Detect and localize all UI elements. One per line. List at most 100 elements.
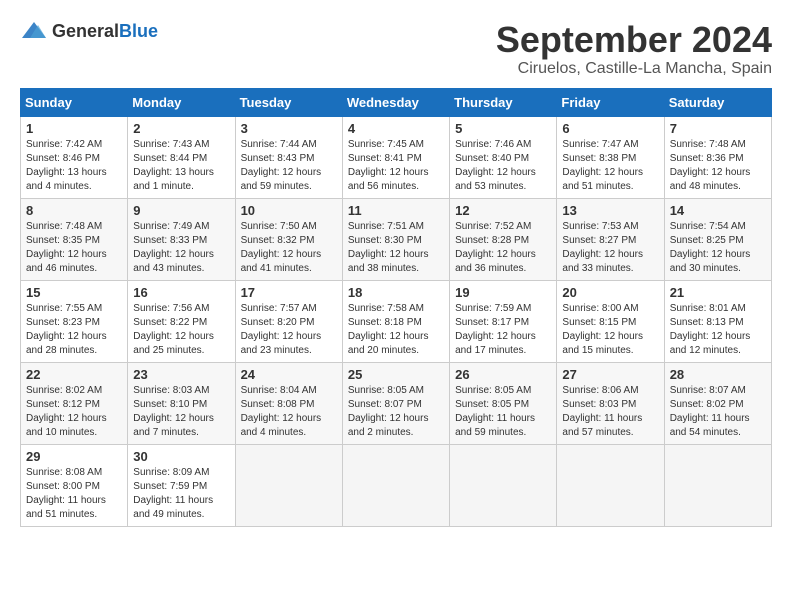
- week-row-1: 1 Sunrise: 7:42 AMSunset: 8:46 PMDaylight…: [21, 116, 772, 198]
- calendar-cell: 23 Sunrise: 8:03 AMSunset: 8:10 PMDayligh…: [128, 362, 235, 444]
- day-number: 13: [562, 203, 658, 218]
- calendar-cell: 18 Sunrise: 7:58 AMSunset: 8:18 PMDayligh…: [342, 280, 449, 362]
- day-number: 18: [348, 285, 444, 300]
- calendar-cell: 6 Sunrise: 7:47 AMSunset: 8:38 PMDaylight…: [557, 116, 664, 198]
- day-info: Sunrise: 8:09 AMSunset: 7:59 PMDaylight:…: [133, 466, 229, 522]
- header-cell-thursday: Thursday: [450, 88, 557, 116]
- week-row-5: 29 Sunrise: 8:08 AMSunset: 8:00 PMDayligh…: [21, 444, 772, 526]
- day-number: 27: [562, 367, 658, 382]
- calendar-cell: 14 Sunrise: 7:54 AMSunset: 8:25 PMDayligh…: [664, 198, 771, 280]
- day-number: 7: [670, 121, 766, 136]
- day-number: 22: [26, 367, 122, 382]
- day-info: Sunrise: 7:42 AMSunset: 8:46 PMDaylight:…: [26, 138, 122, 194]
- calendar-cell: [342, 444, 449, 526]
- day-info: Sunrise: 7:48 AMSunset: 8:36 PMDaylight:…: [670, 138, 766, 194]
- day-number: 11: [348, 203, 444, 218]
- calendar-cell: 5Sunrise: 7:46 AMSunset: 8:40 PMDaylight…: [450, 116, 557, 198]
- week-row-2: 8 Sunrise: 7:48 AMSunset: 8:35 PMDaylight…: [21, 198, 772, 280]
- logo-icon: [20, 20, 48, 42]
- calendar-cell: [235, 444, 342, 526]
- day-number: 21: [670, 285, 766, 300]
- calendar-cell: 19 Sunrise: 7:59 AMSunset: 8:17 PMDayligh…: [450, 280, 557, 362]
- page-container: GeneralBlue September 2024 Ciruelos, Cas…: [20, 20, 772, 527]
- day-number: 26: [455, 367, 551, 382]
- header: GeneralBlue September 2024 Ciruelos, Cas…: [20, 20, 772, 78]
- day-info: Sunrise: 8:02 AMSunset: 8:12 PMDaylight:…: [26, 384, 122, 440]
- week-row-3: 15Sunrise: 7:55 AMSunset: 8:23 PMDayligh…: [21, 280, 772, 362]
- header-cell-sunday: Sunday: [21, 88, 128, 116]
- calendar-cell: 26 Sunrise: 8:05 AMSunset: 8:05 PMDayligh…: [450, 362, 557, 444]
- day-number: 1: [26, 121, 122, 136]
- location-title: Ciruelos, Castille-La Mancha, Spain: [496, 60, 772, 78]
- calendar-cell: 29 Sunrise: 8:08 AMSunset: 8:00 PMDayligh…: [21, 444, 128, 526]
- day-info: Sunrise: 8:01 AMSunset: 8:13 PMDaylight:…: [670, 302, 766, 358]
- day-number: 6: [562, 121, 658, 136]
- day-info: Sunrise: 7:54 AMSunset: 8:25 PMDaylight:…: [670, 220, 766, 276]
- day-info: Sunrise: 7:57 AMSunset: 8:20 PMDaylight:…: [241, 302, 337, 358]
- header-cell-saturday: Saturday: [664, 88, 771, 116]
- calendar-cell: [557, 444, 664, 526]
- logo: GeneralBlue: [20, 20, 158, 42]
- calendar-cell: 8 Sunrise: 7:48 AMSunset: 8:35 PMDaylight…: [21, 198, 128, 280]
- day-number: 23: [133, 367, 229, 382]
- day-info: Sunrise: 7:59 AMSunset: 8:17 PMDaylight:…: [455, 302, 551, 358]
- day-info: Sunrise: 8:08 AMSunset: 8:00 PMDaylight:…: [26, 466, 122, 522]
- calendar-cell: 3Sunrise: 7:44 AMSunset: 8:43 PMDaylight…: [235, 116, 342, 198]
- day-number: 10: [241, 203, 337, 218]
- calendar-cell: 20Sunrise: 8:00 AMSunset: 8:15 PMDayligh…: [557, 280, 664, 362]
- day-info: Sunrise: 7:43 AMSunset: 8:44 PMDaylight:…: [133, 138, 229, 194]
- day-info: Sunrise: 7:49 AMSunset: 8:33 PMDaylight:…: [133, 220, 229, 276]
- header-cell-monday: Monday: [128, 88, 235, 116]
- day-info: Sunrise: 8:04 AMSunset: 8:08 PMDaylight:…: [241, 384, 337, 440]
- day-info: Sunrise: 7:56 AMSunset: 8:22 PMDaylight:…: [133, 302, 229, 358]
- header-cell-friday: Friday: [557, 88, 664, 116]
- calendar-cell: 1 Sunrise: 7:42 AMSunset: 8:46 PMDaylight…: [21, 116, 128, 198]
- calendar-cell: 25Sunrise: 8:05 AMSunset: 8:07 PMDayligh…: [342, 362, 449, 444]
- day-info: Sunrise: 7:58 AMSunset: 8:18 PMDaylight:…: [348, 302, 444, 358]
- day-number: 16: [133, 285, 229, 300]
- calendar-cell: 17 Sunrise: 7:57 AMSunset: 8:20 PMDayligh…: [235, 280, 342, 362]
- logo-text: GeneralBlue: [52, 21, 158, 42]
- day-number: 12: [455, 203, 551, 218]
- day-number: 9: [133, 203, 229, 218]
- month-title: September 2024: [496, 20, 772, 60]
- calendar-cell: 22 Sunrise: 8:02 AMSunset: 8:12 PMDayligh…: [21, 362, 128, 444]
- day-number: 25: [348, 367, 444, 382]
- day-number: 19: [455, 285, 551, 300]
- week-row-4: 22 Sunrise: 8:02 AMSunset: 8:12 PMDayligh…: [21, 362, 772, 444]
- day-number: 4: [348, 121, 444, 136]
- day-info: Sunrise: 7:52 AMSunset: 8:28 PMDaylight:…: [455, 220, 551, 276]
- calendar-cell: 10 Sunrise: 7:50 AMSunset: 8:32 PMDayligh…: [235, 198, 342, 280]
- day-info: Sunrise: 7:48 AMSunset: 8:35 PMDaylight:…: [26, 220, 122, 276]
- day-info: Sunrise: 7:50 AMSunset: 8:32 PMDaylight:…: [241, 220, 337, 276]
- calendar-cell: 12 Sunrise: 7:52 AMSunset: 8:28 PMDayligh…: [450, 198, 557, 280]
- day-number: 28: [670, 367, 766, 382]
- calendar-cell: 7 Sunrise: 7:48 AMSunset: 8:36 PMDaylight…: [664, 116, 771, 198]
- calendar-cell: 13Sunrise: 7:53 AMSunset: 8:27 PMDayligh…: [557, 198, 664, 280]
- calendar-cell: 21 Sunrise: 8:01 AMSunset: 8:13 PMDayligh…: [664, 280, 771, 362]
- calendar-cell: 16 Sunrise: 7:56 AMSunset: 8:22 PMDayligh…: [128, 280, 235, 362]
- day-info: Sunrise: 8:05 AMSunset: 8:05 PMDaylight:…: [455, 384, 551, 440]
- day-info: Sunrise: 8:00 AMSunset: 8:15 PMDaylight:…: [562, 302, 658, 358]
- header-cell-tuesday: Tuesday: [235, 88, 342, 116]
- day-info: Sunrise: 7:44 AMSunset: 8:43 PMDaylight:…: [241, 138, 337, 194]
- day-info: Sunrise: 7:55 AMSunset: 8:23 PMDaylight:…: [26, 302, 122, 358]
- day-number: 29: [26, 449, 122, 464]
- calendar-cell: [450, 444, 557, 526]
- header-cell-wednesday: Wednesday: [342, 88, 449, 116]
- day-number: 8: [26, 203, 122, 218]
- day-info: Sunrise: 8:03 AMSunset: 8:10 PMDaylight:…: [133, 384, 229, 440]
- day-number: 30: [133, 449, 229, 464]
- day-info: Sunrise: 8:06 AMSunset: 8:03 PMDaylight:…: [562, 384, 658, 440]
- day-info: Sunrise: 7:51 AMSunset: 8:30 PMDaylight:…: [348, 220, 444, 276]
- header-row: SundayMondayTuesdayWednesdayThursdayFrid…: [21, 88, 772, 116]
- day-info: Sunrise: 7:47 AMSunset: 8:38 PMDaylight:…: [562, 138, 658, 194]
- calendar-cell: 9 Sunrise: 7:49 AMSunset: 8:33 PMDaylight…: [128, 198, 235, 280]
- calendar-cell: 30 Sunrise: 8:09 AMSunset: 7:59 PMDayligh…: [128, 444, 235, 526]
- title-area: September 2024 Ciruelos, Castille-La Man…: [496, 20, 772, 78]
- calendar-cell: 24Sunrise: 8:04 AMSunset: 8:08 PMDayligh…: [235, 362, 342, 444]
- calendar-cell: 27 Sunrise: 8:06 AMSunset: 8:03 PMDayligh…: [557, 362, 664, 444]
- calendar-cell: 28Sunrise: 8:07 AMSunset: 8:02 PMDayligh…: [664, 362, 771, 444]
- day-number: 17: [241, 285, 337, 300]
- day-number: 14: [670, 203, 766, 218]
